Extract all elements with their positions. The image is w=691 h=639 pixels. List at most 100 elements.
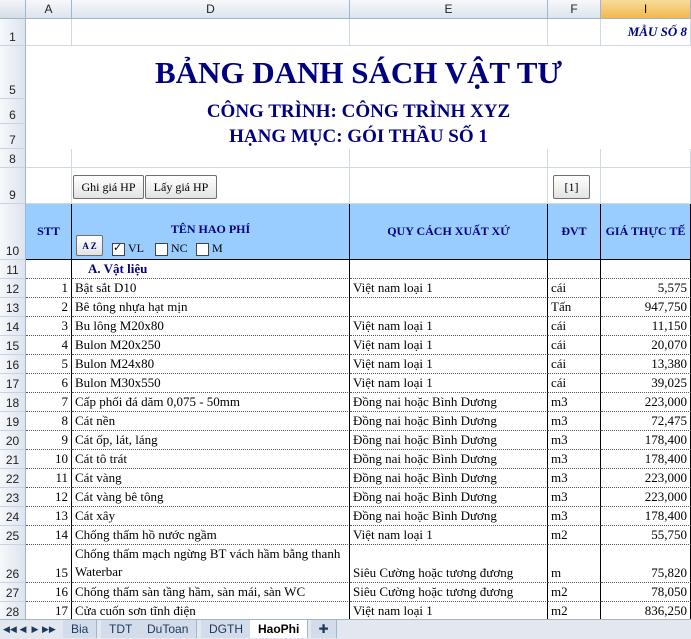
tab-haophi[interactable]: HaoPhi	[250, 620, 309, 638]
category-name[interactable]: HẠNG MỤC: GÓI THẦU SỐ 1	[26, 124, 691, 149]
row-header[interactable]: 17	[0, 374, 26, 393]
cell-d1[interactable]	[72, 19, 350, 46]
unit-cell[interactable]: m3	[548, 393, 601, 412]
row-header[interactable]: 13	[0, 298, 26, 317]
filter-nc[interactable]: NC	[155, 241, 188, 256]
row-header[interactable]: 5	[0, 46, 26, 99]
name-cell[interactable]: Cát nền	[72, 412, 350, 431]
stt-cell[interactable]: 7	[26, 393, 72, 412]
header-spec[interactable]: QUY CÁCH XUẤT XỨ	[350, 204, 548, 260]
unit-cell[interactable]: m3	[548, 412, 601, 431]
form-code[interactable]: MẪU SỐ 8	[601, 19, 691, 46]
save-price-button[interactable]: Ghi giá HP	[73, 175, 144, 199]
filter-m[interactable]: M	[196, 241, 223, 256]
price-cell[interactable]: 55,750	[601, 526, 691, 545]
price-cell[interactable]: 223,000	[601, 488, 691, 507]
cell-f11[interactable]	[548, 260, 601, 279]
cell-a11[interactable]	[26, 260, 72, 279]
spec-cell[interactable]: Đồng nai hoặc Bình Dương	[350, 507, 548, 526]
price-cell[interactable]: 72,475	[601, 412, 691, 431]
stt-cell[interactable]: 11	[26, 469, 72, 488]
price-cell[interactable]: 947,750	[601, 298, 691, 317]
price-cell[interactable]: 75,820	[601, 545, 691, 583]
insert-sheet-icon[interactable]: ✚	[311, 620, 337, 638]
price-cell[interactable]: 20,070	[601, 336, 691, 355]
name-cell[interactable]: Bulon M24x80	[72, 355, 350, 374]
row-header[interactable]: 1	[0, 19, 26, 46]
row-header[interactable]: 23	[0, 488, 26, 507]
name-cell[interactable]: Cấp phối đá dăm 0,075 - 50mm	[72, 393, 350, 412]
stt-cell[interactable]: 8	[26, 412, 72, 431]
column-header-a[interactable]: A	[26, 0, 72, 19]
stt-cell[interactable]: 15	[26, 545, 72, 583]
page-title[interactable]: BẢNG DANH SÁCH VẬT TƯ	[26, 46, 691, 99]
spec-cell[interactable]: Việt nam loại 1	[350, 602, 548, 619]
unit-cell[interactable]: cái	[548, 374, 601, 393]
row-header[interactable]: 25	[0, 526, 26, 545]
cell-i8[interactable]	[601, 149, 691, 168]
name-cell[interactable]: Chống thấm sàn tầng hầm, sàn mái, sàn WC	[72, 583, 350, 602]
sort-az-button[interactable]: A Z	[76, 235, 103, 256]
price-cell[interactable]: 223,000	[601, 393, 691, 412]
select-all-corner[interactable]	[0, 0, 26, 19]
cell-a1[interactable]	[26, 19, 72, 46]
unit-cell[interactable]: m2	[548, 602, 601, 619]
cell-e9[interactable]	[350, 168, 548, 204]
tab-bia[interactable]: Bia	[63, 620, 98, 638]
price-cell[interactable]: 178,400	[601, 450, 691, 469]
filter-vl[interactable]: VL	[112, 241, 144, 256]
unit-cell[interactable]: m3	[548, 469, 601, 488]
price-cell[interactable]: 178,400	[601, 507, 691, 526]
row-header[interactable]: 10	[0, 204, 26, 260]
stt-cell[interactable]: 3	[26, 317, 72, 336]
unit-cell[interactable]: m2	[548, 583, 601, 602]
name-cell[interactable]: Cửa cuốn sơn tĩnh điện	[72, 602, 350, 619]
cell-e1[interactable]	[350, 19, 548, 46]
price-cell[interactable]: 13,380	[601, 355, 691, 374]
name-cell[interactable]: Bu lông M20x80	[72, 317, 350, 336]
stt-cell[interactable]: 14	[26, 526, 72, 545]
checkbox-nc-icon[interactable]	[155, 242, 168, 256]
row-header[interactable]: 16	[0, 355, 26, 374]
tab-dgth[interactable]: DGTH	[201, 620, 252, 638]
stt-cell[interactable]: 13	[26, 507, 72, 526]
section-label[interactable]: A. Vật liệu	[72, 260, 350, 279]
stt-cell[interactable]: 5	[26, 355, 72, 374]
price-cell[interactable]: 39,025	[601, 374, 691, 393]
name-cell[interactable]: Chống thấm hồ nước ngầm	[72, 526, 350, 545]
cell-e11[interactable]	[350, 260, 548, 279]
stt-cell[interactable]: 2	[26, 298, 72, 317]
row-header[interactable]: 24	[0, 507, 26, 526]
row-header[interactable]: 26	[0, 545, 26, 583]
header-price[interactable]: GIÁ THỰC TẾ	[601, 204, 691, 260]
spec-cell[interactable]: Việt nam loại 1	[350, 355, 548, 374]
price-cell[interactable]: 5,575	[601, 279, 691, 298]
row-header[interactable]: 6	[0, 99, 26, 124]
row-header[interactable]: 27	[0, 583, 26, 602]
spec-cell[interactable]: Đồng nai hoặc Bình Dương	[350, 431, 548, 450]
row-header[interactable]: 9	[0, 168, 26, 204]
name-cell[interactable]: Cát xây	[72, 507, 350, 526]
row-header[interactable]: 22	[0, 469, 26, 488]
unit-cell[interactable]: m3	[548, 507, 601, 526]
stt-cell[interactable]: 17	[26, 602, 72, 619]
cell-a8[interactable]	[26, 149, 72, 168]
stt-cell[interactable]: 1	[26, 279, 72, 298]
unit-cell[interactable]: m3	[548, 488, 601, 507]
name-cell[interactable]: Chống thấm mạch ngừng BT vách hầm bằng t…	[72, 545, 350, 583]
column-header-i[interactable]: I	[601, 0, 691, 19]
tab-dutoan[interactable]: DuToan	[139, 620, 198, 638]
price-cell[interactable]: 223,000	[601, 469, 691, 488]
row-header[interactable]: 28	[0, 602, 26, 619]
row-header[interactable]: 20	[0, 431, 26, 450]
unit-cell[interactable]: m2	[548, 526, 601, 545]
spec-cell[interactable]: Đồng nai hoặc Bình Dương	[350, 393, 548, 412]
stt-cell[interactable]: 9	[26, 431, 72, 450]
name-cell[interactable]: Bulon M30x550	[72, 374, 350, 393]
spec-cell[interactable]: Đồng nai hoặc Bình Dương	[350, 488, 548, 507]
column-header-f[interactable]: F	[548, 0, 601, 19]
column-header-d[interactable]: D	[72, 0, 350, 19]
unit-cell[interactable]: cái	[548, 279, 601, 298]
name-cell[interactable]: Cát vàng bê tông	[72, 488, 350, 507]
row-header[interactable]: 15	[0, 336, 26, 355]
